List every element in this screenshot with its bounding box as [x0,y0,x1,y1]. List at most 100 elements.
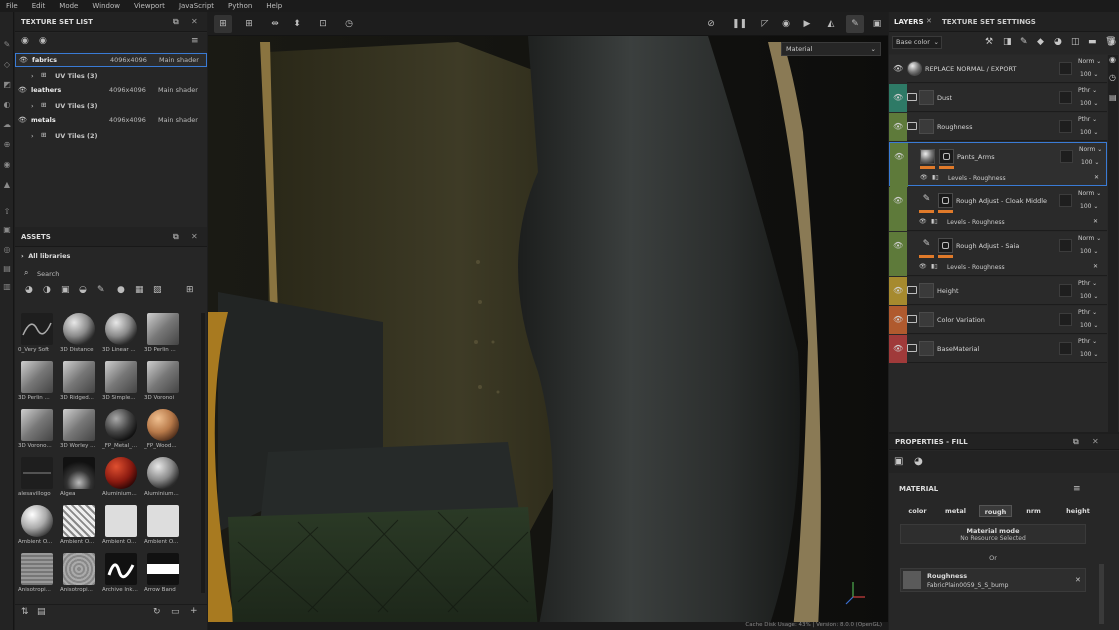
texture-filter-icon[interactable]: ▣ [61,285,70,295]
layer-row[interactable]: 👁 Dust Pthr ⌄ 100 ⌄ [889,84,1107,112]
viewport-mode-select[interactable]: Material ⌄ [781,42,881,56]
close-icon[interactable]: ✕ [926,17,932,25]
folder-icon[interactable] [907,315,917,323]
opacity-field[interactable]: 100 ⌄ [1080,293,1098,300]
add-fill-layer-icon[interactable]: ◆ [1037,37,1044,47]
pause-icon[interactable]: ❚❚ [732,17,747,31]
menu-window[interactable]: Window [92,2,120,10]
folder-icon[interactable] [907,344,917,352]
blend-mode-select[interactable]: Norm ⌄ [1078,235,1101,242]
asset-tile[interactable]: Algea [60,457,96,501]
mask-filter-icon[interactable]: ◒ [79,285,87,295]
layer-name[interactable]: REPLACE NORMAL / EXPORT [925,65,1016,73]
layer-name[interactable]: Rough Adjust - Cloak Middle [956,197,1047,205]
asset-tile[interactable]: Ambient O... [60,505,96,549]
tab-layers[interactable]: LAYERS [894,18,924,26]
frame-icon[interactable]: ⊡ [316,17,330,31]
mask-icon[interactable]: ◨ [1003,37,1012,47]
eye-icon[interactable]: 👁 [19,56,28,64]
asset-tile[interactable]: 3D Ridged... [60,361,96,405]
remove-effect-icon[interactable]: ✕ [1093,218,1098,225]
eye-icon[interactable]: 👁 [18,86,27,94]
blend-mode-select[interactable]: Norm ⌄ [1079,146,1102,153]
folder-icon[interactable] [907,122,917,130]
menu-icon[interactable]: ≡ [191,36,199,46]
grid-2-icon[interactable]: ⊞ [242,17,256,31]
uv-tiles-row[interactable]: › ⊞ UV Tiles (2) [15,130,207,142]
material-mode-box[interactable]: Material mode No Resource Selected [900,524,1086,544]
menu-file[interactable]: File [6,2,18,10]
asset-tile[interactable]: 3D Perlin ... [18,361,54,405]
layer-row[interactable]: 👁 Pants_Arms Norm ⌄ 100 ⌄ 👁 ▮▯ Levels - Roughn… [889,142,1108,187]
uv-tiles-row[interactable]: › ⊞ UV Tiles (3) [15,100,207,112]
effect-row[interactable]: 👁 ▮▯ Levels - Roughness ✕ [918,173,1108,187]
layer-checkbox[interactable] [1059,120,1072,133]
blend-mode-select[interactable]: Pthr ⌄ [1078,116,1097,123]
symmetry-icon[interactable]: ⇹ [268,17,282,31]
filter-icon[interactable]: ⇅ [21,607,29,617]
opacity-field[interactable]: 100 ⌄ [1080,129,1098,136]
layer-checkbox[interactable] [1059,313,1072,326]
camera-view-icon[interactable]: ◸ [758,17,772,31]
layer-checkbox[interactable] [1059,194,1072,207]
asset-tile[interactable]: 3D Simple... [102,361,138,405]
chevron-right-icon[interactable]: › [31,102,34,110]
asset-tile[interactable]: 3D Voronoi [144,361,180,405]
add-material-icon[interactable]: ◕ [1054,37,1062,47]
texture-set-row[interactable]: 👁 leathers 4096x4096 Main shader [15,83,207,97]
settings-icon[interactable]: ◉ [1109,55,1116,64]
shader-ball-icon[interactable]: ◉ [779,17,793,31]
remove-effect-icon[interactable]: ✕ [1093,263,1098,270]
blend-mode-select[interactable]: Pthr ⌄ [1078,280,1097,287]
eye-icon[interactable]: ◉ [39,36,47,46]
video-icon[interactable]: ▶ [800,17,814,31]
asset-tile[interactable]: 3D Perlin ... [144,313,180,357]
eye-icon[interactable]: 👁 [893,241,903,250]
asset-tile[interactable]: 0_Very Soft [18,313,54,357]
channel-select[interactable]: Base color ⌄ [892,36,942,49]
texture-set-shader[interactable]: Main shader [158,86,198,94]
eye-icon[interactable]: 👁 [893,93,903,102]
projection-icon[interactable]: ◩ [2,80,12,90]
visibility-icon[interactable]: ◉ [21,36,29,46]
chevron-right-icon[interactable]: › [31,132,34,140]
eye-icon[interactable]: 👁 [893,344,903,353]
mask-thumbnail[interactable] [938,238,953,253]
channel-button-height[interactable]: height [1059,505,1097,517]
tab-texture-set-settings[interactable]: TEXTURE SET SETTINGS [942,18,1036,26]
layer-name[interactable]: Color Variation [937,316,985,324]
asset-tile[interactable]: _FP_Metal_... [102,409,138,453]
close-icon[interactable]: ✕ [1075,576,1081,584]
library-selector[interactable]: › All libraries [21,252,70,260]
opacity-field[interactable]: 100 ⌄ [1080,100,1098,107]
asset-tile[interactable]: Ambient O... [144,505,180,549]
eye-icon[interactable]: 👁 [894,152,904,161]
channel-button-color[interactable]: color [901,505,934,517]
layer-checkbox[interactable] [1059,62,1072,75]
material-filter-icon[interactable]: ◕ [25,285,33,295]
add-paint-layer-icon[interactable]: ✎ [1020,37,1028,47]
opacity-field[interactable]: 100 ⌄ [1080,71,1098,78]
effect-row[interactable]: 👁 ▮▯ Levels - Roughness ✕ [917,262,1107,276]
close-icon[interactable]: ✕ [1092,437,1099,446]
layer-checkbox[interactable] [1059,342,1072,355]
smudge-icon[interactable]: ☁ [2,120,12,130]
grid-view-icon[interactable]: ⊞ [186,285,194,295]
asset-tile[interactable]: Archive Ink... [102,553,138,597]
mask-thumbnail[interactable] [939,149,954,164]
opacity-field[interactable]: 100 ⌄ [1080,203,1098,210]
eraser-icon[interactable]: ◇ [2,60,12,70]
properties-scrollbar[interactable] [1099,564,1104,624]
menu-help[interactable]: Help [266,2,282,10]
bake-icon[interactable]: ▣ [2,225,12,235]
asset-tile[interactable]: 3D Distance [60,313,96,357]
layer-row[interactable]: 👁 ✎ Rough Adjust - Cloak Middle Norm ⌄ 100 ⌄… [889,187,1107,231]
grid-1-icon[interactable]: ⊞ [216,17,230,31]
assets-scrollbar[interactable] [201,313,205,593]
texture-icon[interactable]: ◉ [1109,37,1116,46]
alpha-filter-icon[interactable]: ▦ [135,285,144,295]
blend-mode-select[interactable]: Pthr ⌄ [1078,309,1097,316]
menu-javascript[interactable]: JavaScript [179,2,214,10]
brush-filter-icon[interactable]: ✎ [97,285,105,295]
menu-python[interactable]: Python [228,2,252,10]
